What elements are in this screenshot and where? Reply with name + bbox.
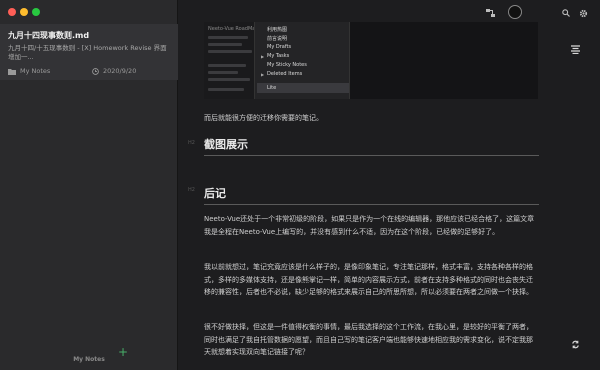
blurred-line: [208, 71, 238, 74]
menu-item: 利用热图: [267, 27, 288, 33]
blurred-line: [208, 43, 242, 46]
note-title: 九月十四现事数则.md: [8, 31, 90, 40]
heading-afterword: 后记: [204, 185, 539, 205]
clock-icon: [92, 67, 99, 75]
close-window-button[interactable]: [8, 8, 16, 16]
chevron-right-icon: ▶: [261, 72, 265, 77]
zoom-window-button[interactable]: [32, 8, 40, 16]
note-folder: My Notes: [8, 67, 50, 75]
embedded-screenshot: Neeto-Vue RoadMap 利用热图 前言说明 My Drafts ▶ …: [204, 22, 538, 99]
note-date: 2020/9/20: [92, 67, 136, 75]
caption-paragraph: 而后就能很方便的迁移你需要的笔记。: [204, 114, 323, 122]
menu-item: My Tasks: [267, 53, 290, 59]
blurred-line: [208, 88, 244, 91]
share-icon[interactable]: [486, 9, 495, 17]
avatar[interactable]: [508, 5, 522, 19]
note-date-label: 2020/9/20: [103, 67, 137, 75]
heading-marker: H2: [188, 140, 195, 146]
heading-screenshots: 截图展示: [204, 136, 539, 156]
folder-icon: [8, 68, 16, 75]
outline-icon[interactable]: [571, 45, 580, 54]
blurred-line: [208, 64, 246, 67]
paragraph-2: 我以前就想过，笔记究竟应该是什么样子的，是像印象笔记，专注笔记那样，格式丰富，支…: [204, 263, 533, 296]
sidebar: 九月十四现事数则.md 九月十四/十五现事数则 - [X] Homework R…: [0, 0, 178, 370]
heading-marker: H2: [188, 187, 195, 193]
paragraph-3: 很不好做抉择，但这是一件值得权衡的事情，最后我选择的这个工作流，在我心里，是较好…: [204, 323, 533, 356]
note-folder-label: My Notes: [20, 67, 51, 75]
blurred-line: [208, 50, 252, 53]
chevron-right-icon: ▶: [261, 54, 265, 59]
notebook-footer-label[interactable]: My Notes: [0, 356, 178, 363]
search-icon[interactable]: [562, 9, 570, 17]
menu-item: 前言说明: [267, 36, 288, 42]
editor[interactable]: Neeto-Vue RoadMap 利用热图 前言说明 My Drafts ▶ …: [178, 0, 600, 370]
blurred-line: [208, 36, 248, 39]
menu-item: My Sticky Notes: [267, 62, 307, 68]
gear-icon[interactable]: [579, 9, 588, 18]
minimize-window-button[interactable]: [20, 8, 28, 16]
menu-item: Lite: [267, 85, 277, 91]
app-window: 九月十四现事数则.md 九月十四/十五现事数则 - [X] Homework R…: [0, 0, 600, 370]
screenshot-menu: 利用热图 前言说明 My Drafts ▶ My Tasks My Sticky…: [254, 22, 350, 99]
screenshot-left-title: Neeto-Vue RoadMap: [208, 26, 259, 32]
menu-item: My Drafts: [267, 44, 292, 50]
note-list-item[interactable]: 九月十四现事数则.md 九月十四/十五现事数则 - [X] Homework R…: [0, 24, 178, 80]
menu-item: Deleted Items: [267, 71, 303, 77]
blurred-line: [208, 78, 250, 81]
paragraph-1: Neeto-Vue还处于一个非常初级的阶段，如果只是作为一个在线的编辑器，那他应…: [204, 215, 535, 236]
note-preview: 九月十四/十五现事数则 - [X] Homework Revise 界面增加一.…: [8, 44, 167, 61]
sync-icon[interactable]: [571, 340, 580, 349]
